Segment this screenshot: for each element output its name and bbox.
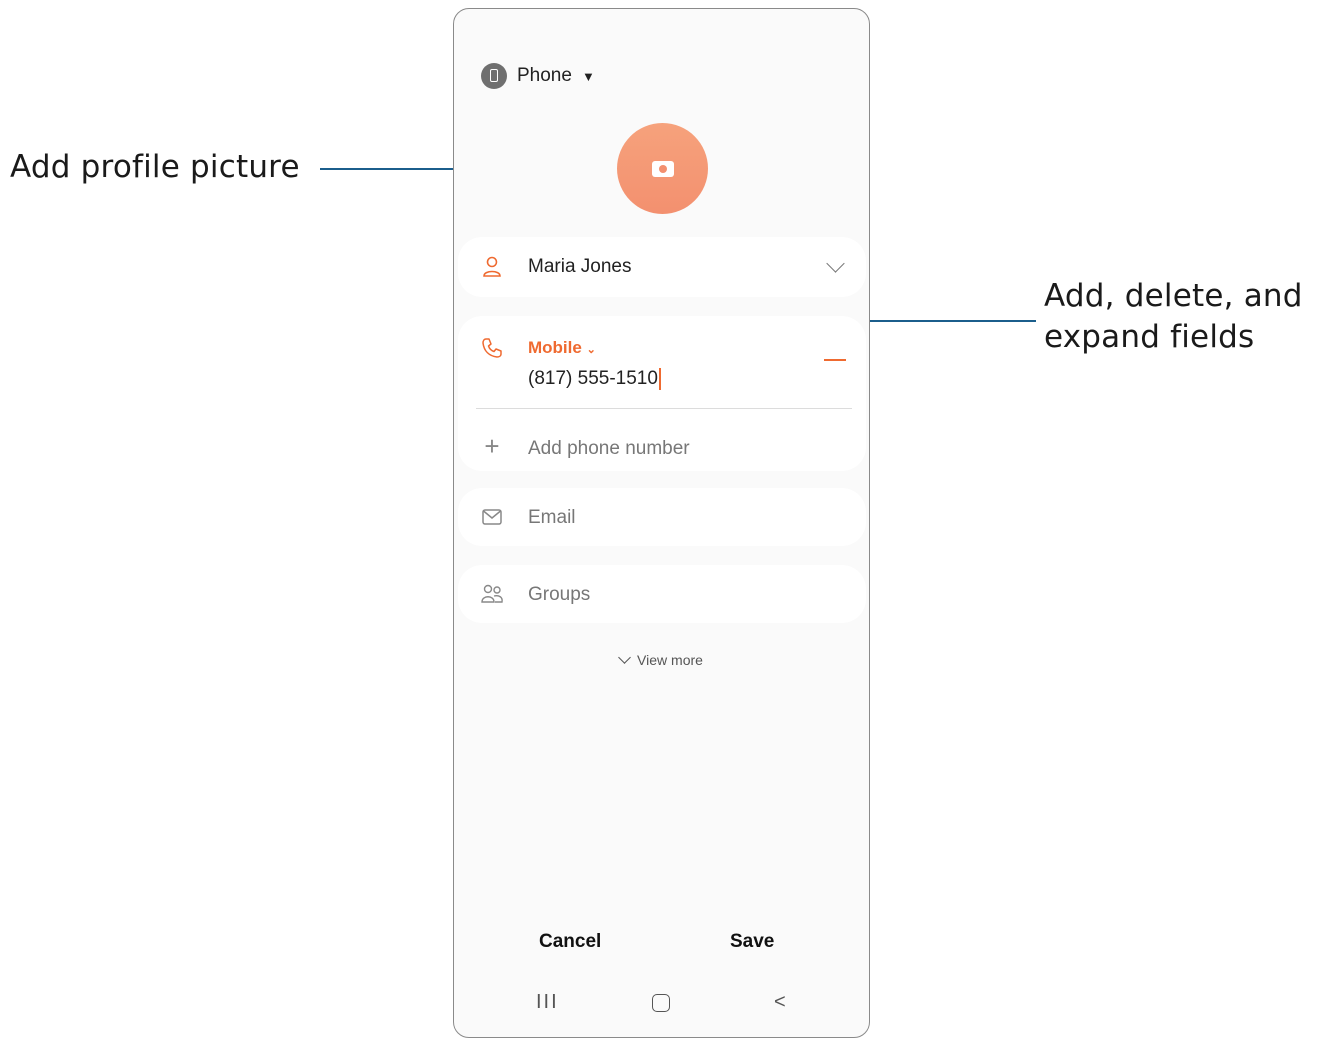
storage-label: Phone [517, 65, 572, 86]
callout-add-profile-picture: Add profile picture [10, 149, 300, 185]
phone-number-value: (817) 555-1510 [528, 368, 658, 390]
groups-card: Groups [458, 565, 866, 623]
phone-number-field[interactable]: (817) 555-1510 [528, 368, 661, 390]
divider [476, 408, 852, 409]
caret-down-icon: ▼ [581, 68, 595, 84]
plus-icon: + [484, 430, 500, 461]
phone-type-select[interactable]: Mobile ⌄ [528, 338, 596, 358]
phone-icon [480, 336, 504, 360]
name-card: Maria Jones [458, 237, 866, 297]
person-icon [480, 255, 504, 279]
minus-icon[interactable] [824, 359, 846, 361]
phone-type-label: Mobile [528, 338, 582, 357]
callout-fields: Add, delete, and expand fields [1044, 276, 1303, 358]
view-more-label: View more [637, 652, 703, 668]
text-cursor [658, 368, 661, 390]
groups-icon [480, 582, 504, 606]
view-more-button[interactable]: View more [454, 651, 869, 668]
chevron-down-icon: ⌄ [586, 344, 596, 356]
chevron-down-icon [618, 651, 631, 664]
camera-icon [651, 160, 674, 177]
callout-fields-line1: Add, delete, and [1044, 278, 1303, 314]
add-phone-number-button[interactable]: Add phone number [528, 438, 690, 460]
storage-selector[interactable]: Phone ▼ [481, 63, 595, 89]
email-card: Email [458, 488, 866, 546]
home-nav-button[interactable] [652, 994, 670, 1012]
email-field[interactable]: Email [528, 507, 576, 529]
callout-fields-line2: expand fields [1044, 319, 1255, 355]
phone-card: Mobile ⌄ (817) 555-1510 + Add phone numb… [458, 316, 866, 471]
add-profile-picture-button[interactable] [617, 123, 708, 214]
phone-screen: Phone ▼ Maria Jones Mobile ⌄ (817) 555-1… [453, 8, 870, 1038]
save-button[interactable]: Save [730, 931, 774, 953]
back-nav-button[interactable]: < [774, 991, 786, 1014]
email-icon [480, 505, 504, 529]
name-field[interactable]: Maria Jones [528, 256, 632, 278]
groups-field[interactable]: Groups [528, 584, 590, 606]
recents-nav-button[interactable]: III [536, 991, 559, 1014]
callout-line-fields [851, 320, 1036, 322]
chevron-down-icon[interactable] [826, 254, 845, 273]
cancel-button[interactable]: Cancel [539, 931, 601, 953]
phone-device-icon [481, 63, 507, 89]
